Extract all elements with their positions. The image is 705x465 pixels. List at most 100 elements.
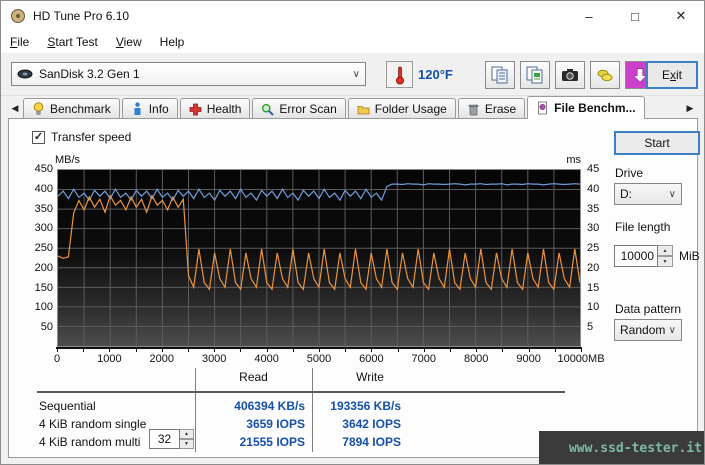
read-header: Read bbox=[239, 370, 268, 384]
spin-up-icon: ▲ bbox=[662, 247, 668, 254]
copy-image-button[interactable] bbox=[520, 61, 550, 89]
x-tick-label: 4000 bbox=[254, 353, 279, 365]
spin-down-icon: ▼ bbox=[662, 258, 668, 265]
close-icon: ✕ bbox=[675, 8, 687, 23]
temperature-button[interactable] bbox=[386, 61, 413, 88]
drive-value: D: bbox=[620, 187, 632, 201]
y-tick-label: 25 bbox=[587, 242, 600, 255]
file-length-spin-up[interactable]: ▲ bbox=[658, 245, 673, 256]
menu-file[interactable]: File bbox=[1, 31, 38, 53]
y-tick-label: 35 bbox=[587, 202, 600, 215]
tab-scroll-right-button[interactable]: ▶ bbox=[682, 99, 698, 117]
random-single-write-value: 3642 IOPS bbox=[342, 417, 401, 431]
tab-folder-usage[interactable]: Folder Usage bbox=[347, 98, 456, 119]
drive-dropdown[interactable]: D: ∨ bbox=[614, 183, 682, 205]
chevron-down-icon: ∨ bbox=[352, 68, 360, 80]
title-bar: HD Tune Pro 6.10 – □ ✕ bbox=[1, 1, 704, 31]
exit-button[interactable]: Exit bbox=[646, 61, 698, 89]
tab-bar: ◀ Benchmark Info Health Error Scan Folde… bbox=[1, 96, 704, 119]
queue-depth-spin-up[interactable]: ▲ bbox=[180, 429, 194, 439]
minimize-button[interactable]: – bbox=[566, 1, 612, 31]
magnifier-icon bbox=[262, 103, 275, 116]
file-length-spin-down[interactable]: ▼ bbox=[658, 256, 673, 267]
watermark: www.ssd-tester.it bbox=[539, 431, 704, 464]
tab-erase[interactable]: Erase bbox=[457, 98, 526, 119]
write-header: Write bbox=[356, 370, 384, 384]
checkmark-icon: ✓ bbox=[33, 130, 44, 143]
random-multi-read-value: 21555 IOPS bbox=[239, 435, 305, 449]
copy-text-button[interactable] bbox=[485, 61, 515, 89]
y-tick-label: 15 bbox=[587, 281, 600, 294]
drive-selector-dropdown[interactable]: SanDisk 3.2 Gen 1 ∨ bbox=[11, 62, 366, 86]
copy-icon bbox=[491, 66, 508, 84]
app-disk-icon bbox=[11, 9, 25, 23]
maximize-button[interactable]: □ bbox=[612, 1, 658, 31]
x-tick-label: 0 bbox=[53, 353, 61, 365]
y-tick-label: 20 bbox=[587, 261, 600, 274]
y-tick-label: 400 bbox=[34, 182, 53, 195]
info-person-icon bbox=[134, 102, 141, 115]
thermometer-icon bbox=[395, 66, 404, 84]
x-tick-label: 1000 bbox=[97, 353, 122, 365]
left-axis-title: MB/s bbox=[55, 154, 81, 166]
drive-label: Drive bbox=[615, 166, 644, 180]
camera-icon bbox=[562, 69, 578, 81]
y-tick-label: 300 bbox=[34, 222, 53, 235]
tab-benchmark[interactable]: Benchmark bbox=[23, 98, 120, 119]
data-pattern-dropdown[interactable]: Random ∨ bbox=[614, 319, 682, 341]
screenshot-button[interactable] bbox=[555, 61, 585, 89]
y-tick-label: 30 bbox=[587, 222, 600, 235]
y-tick-label: 150 bbox=[34, 281, 53, 294]
tab-health[interactable]: Health bbox=[179, 98, 251, 119]
results-table: Read Write Sequential 406394 KB/s 193356… bbox=[37, 365, 565, 455]
y-tick-label: 250 bbox=[34, 242, 53, 255]
folder-icon bbox=[357, 105, 370, 114]
queue-depth-input[interactable]: 32 bbox=[149, 429, 180, 449]
row-label-random-single: 4 KiB random single bbox=[39, 417, 147, 431]
table-divider bbox=[312, 368, 313, 452]
close-button[interactable]: ✕ bbox=[658, 1, 704, 31]
tab-file-benchmark[interactable]: File Benchm... bbox=[527, 96, 645, 119]
y-tick-label: 40 bbox=[587, 182, 600, 195]
spin-down-icon: ▼ bbox=[184, 441, 189, 447]
bulb-icon bbox=[33, 102, 44, 115]
file-benchmark-page: ✓ Transfer speed MB/s ms 450 400 350 300 250… bbox=[8, 118, 700, 458]
tab-error-scan[interactable]: Error Scan bbox=[252, 98, 346, 119]
chevron-down-icon: ∨ bbox=[668, 324, 676, 336]
y-tick-label: 50 bbox=[40, 321, 53, 334]
y-tick-label: 100 bbox=[34, 301, 53, 314]
file-length-input[interactable]: 10000 bbox=[614, 245, 658, 267]
data-pattern-value: Random bbox=[620, 323, 666, 337]
x-tick-label: 8000 bbox=[463, 353, 489, 365]
minimize-icon: – bbox=[585, 8, 593, 24]
file-length-label: File length bbox=[615, 220, 671, 234]
disk-icon bbox=[17, 69, 33, 79]
random-single-read-value: 3659 IOPS bbox=[246, 417, 305, 431]
queue-depth-spin-down[interactable]: ▼ bbox=[180, 439, 194, 449]
tab-label: Benchmark bbox=[50, 102, 111, 116]
file-length-unit: MiB bbox=[679, 249, 700, 263]
sequential-read-value: 406394 KB/s bbox=[234, 399, 305, 413]
donate-button[interactable] bbox=[590, 61, 620, 89]
menu-start-test[interactable]: Start Test bbox=[38, 31, 106, 53]
menu-help[interactable]: Help bbox=[151, 31, 194, 53]
x-tick-label: 3000 bbox=[201, 353, 227, 365]
window-title: HD Tune Pro 6.10 bbox=[33, 9, 130, 23]
health-cross-icon bbox=[189, 103, 202, 115]
y-tick-label: 450 bbox=[34, 163, 53, 175]
transfer-speed-label: Transfer speed bbox=[51, 130, 132, 144]
tab-info[interactable]: Info bbox=[121, 98, 178, 119]
tab-scroll-left-button[interactable]: ◀ bbox=[7, 99, 23, 117]
y-tick-label: 350 bbox=[34, 202, 53, 215]
start-button[interactable]: Start bbox=[614, 131, 700, 155]
y-axis-left: 450 400 350 300 250 200 150 100 50 bbox=[27, 163, 53, 347]
tab-label: Folder Usage bbox=[374, 102, 447, 116]
transfer-speed-checkbox[interactable]: ✓ bbox=[32, 130, 45, 144]
menu-view[interactable]: View bbox=[107, 31, 151, 53]
app-window: HD Tune Pro 6.10 – □ ✕ File Start Test V… bbox=[0, 0, 705, 465]
tab-label: File Benchm... bbox=[554, 101, 636, 115]
x-tick-label: 5000 bbox=[306, 353, 332, 365]
y-tick-label: 5 bbox=[587, 321, 594, 334]
file-bulb-icon bbox=[538, 101, 548, 115]
menu-bar: File Start Test View Help bbox=[1, 31, 704, 53]
